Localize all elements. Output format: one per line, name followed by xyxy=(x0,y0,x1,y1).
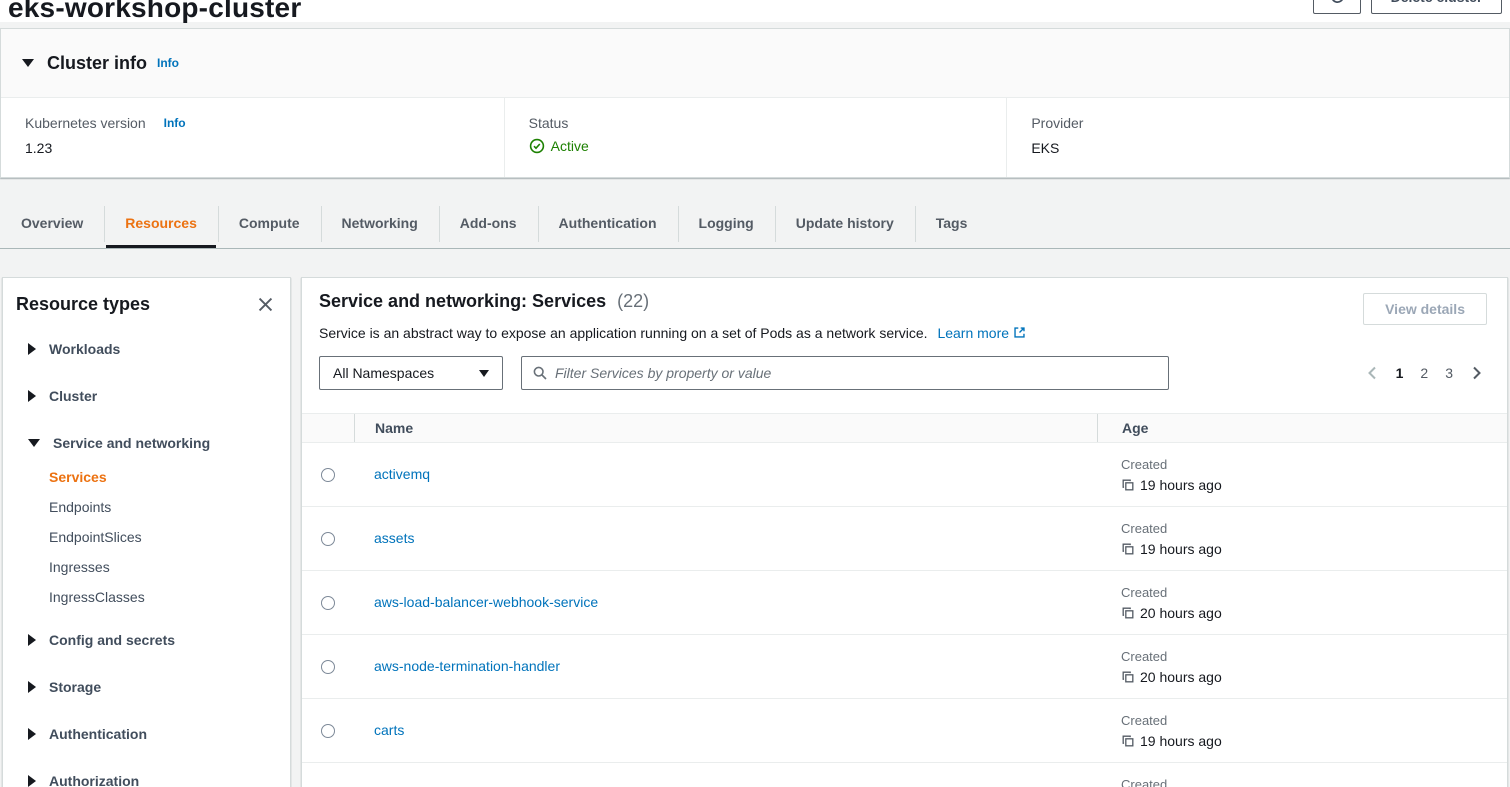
provider-field: Provider EKS xyxy=(1006,98,1509,177)
search-icon xyxy=(532,365,548,381)
services-panel: Service and networking: Services (22) Se… xyxy=(301,277,1508,787)
sidebar-group-authorization[interactable]: Authorization xyxy=(3,762,290,787)
cluster-info-info-link[interactable]: Info xyxy=(157,56,179,70)
sidebar-group-storage[interactable]: Storage xyxy=(3,668,290,706)
chevron-right-icon xyxy=(28,343,36,355)
services-count: (22) xyxy=(617,291,649,311)
kubernetes-version-info-link[interactable]: Info xyxy=(164,116,186,130)
page-number-3[interactable]: 3 xyxy=(1445,365,1453,381)
table-row: activemq Created 19 hours ago xyxy=(302,443,1507,507)
sidebar-item-endpointslices[interactable]: EndpointSlices xyxy=(49,522,290,552)
resource-types-sidebar: Resource types Workloads Cluster Service… xyxy=(2,277,291,787)
namespace-select[interactable]: All Namespaces xyxy=(319,356,503,390)
row-radio-button[interactable] xyxy=(321,660,335,674)
sidebar-item-services[interactable]: Services xyxy=(49,462,290,492)
column-header-age: Age xyxy=(1097,414,1507,442)
learn-more-link[interactable]: Learn more xyxy=(937,325,1025,341)
service-link[interactable]: aws-node-termination-handler xyxy=(374,658,560,674)
column-header-name: Name xyxy=(354,414,1097,442)
tab-compute[interactable]: Compute xyxy=(218,199,321,248)
previous-page-icon[interactable] xyxy=(1365,365,1379,381)
table-row-partial: Created xyxy=(302,763,1507,787)
pagination: 1 2 3 xyxy=(1365,365,1487,381)
copy-icon[interactable] xyxy=(1121,734,1135,748)
row-radio-button[interactable] xyxy=(321,532,335,546)
tab-resources[interactable]: Resources xyxy=(104,199,218,248)
service-link[interactable]: activemq xyxy=(374,466,430,482)
services-panel-title: Service and networking: Services xyxy=(319,291,606,311)
page-header: eks-workshop-cluster Delete cluster xyxy=(0,0,1510,22)
kubernetes-version-field: Kubernetes version Info 1.23 xyxy=(1,98,504,177)
chevron-right-icon xyxy=(28,775,36,787)
collapse-caret-icon xyxy=(22,59,34,67)
resources-content: Resource types Workloads Cluster Service… xyxy=(0,277,1510,787)
service-link[interactable]: carts xyxy=(374,722,404,738)
page-number-2[interactable]: 2 xyxy=(1420,365,1428,381)
service-networking-sublist: Services Endpoints EndpointSlices Ingres… xyxy=(3,462,290,612)
row-radio-button[interactable] xyxy=(321,468,335,482)
chevron-right-icon xyxy=(28,390,36,402)
provider-value: EKS xyxy=(1031,140,1509,156)
tab-logging[interactable]: Logging xyxy=(678,199,775,248)
table-row: assets Created 19 hours ago xyxy=(302,507,1507,571)
sidebar-group-authentication[interactable]: Authentication xyxy=(3,715,290,753)
copy-icon[interactable] xyxy=(1121,670,1135,684)
tab-overview[interactable]: Overview xyxy=(0,199,104,248)
cluster-info-panel: Cluster info Info Kubernetes version Inf… xyxy=(0,28,1510,178)
page-number-1[interactable]: 1 xyxy=(1396,365,1404,381)
sidebar-group-cluster[interactable]: Cluster xyxy=(3,377,290,415)
tab-networking[interactable]: Networking xyxy=(321,199,439,248)
cluster-info-body: Kubernetes version Info 1.23 Status Acti… xyxy=(1,98,1509,177)
row-radio-button[interactable] xyxy=(321,724,335,738)
sidebar-item-ingressclasses[interactable]: IngressClasses xyxy=(49,582,290,612)
next-page-icon[interactable] xyxy=(1470,365,1484,381)
tab-tags[interactable]: Tags xyxy=(915,199,989,248)
chevron-right-icon xyxy=(28,634,36,646)
service-link[interactable]: assets xyxy=(374,530,414,546)
resource-types-title: Resource types xyxy=(16,294,150,315)
table-header: Name Age xyxy=(302,413,1507,443)
copy-icon[interactable] xyxy=(1121,478,1135,492)
sidebar-group-workloads[interactable]: Workloads xyxy=(3,330,290,368)
chevron-right-icon xyxy=(28,728,36,740)
chevron-down-icon xyxy=(28,439,40,447)
close-icon[interactable] xyxy=(256,295,275,314)
table-row: carts Created 19 hours ago xyxy=(302,699,1507,763)
tab-update-history[interactable]: Update history xyxy=(775,199,915,248)
refresh-button[interactable] xyxy=(1313,0,1361,14)
services-table: Name Age activemq Created 19 hours ago a… xyxy=(302,413,1507,787)
status-check-icon xyxy=(529,138,545,154)
kubernetes-version-label: Kubernetes version xyxy=(25,115,146,131)
table-row: aws-node-termination-handler Created 20 … xyxy=(302,635,1507,699)
status-label: Status xyxy=(529,115,569,131)
copy-icon[interactable] xyxy=(1121,542,1135,556)
cluster-info-title: Cluster info xyxy=(47,53,147,74)
services-description: Service is an abstract way to expose an … xyxy=(319,325,1026,341)
status-field: Status Active xyxy=(504,98,1007,177)
cluster-info-header[interactable]: Cluster info Info xyxy=(1,29,1509,98)
chevron-right-icon xyxy=(28,681,36,693)
page-title: eks-workshop-cluster xyxy=(8,0,1510,24)
provider-label: Provider xyxy=(1031,115,1083,131)
search-input[interactable] xyxy=(555,365,1158,381)
refresh-icon xyxy=(1329,0,1346,5)
kubernetes-version-value: 1.23 xyxy=(25,140,504,156)
row-radio-button[interactable] xyxy=(321,596,335,610)
services-filter xyxy=(521,356,1169,390)
service-link[interactable]: aws-load-balancer-webhook-service xyxy=(374,594,598,610)
cluster-tabs: Overview Resources Compute Networking Ad… xyxy=(0,199,1510,249)
delete-cluster-button[interactable]: Delete cluster xyxy=(1371,0,1502,14)
view-details-button[interactable]: View details xyxy=(1363,293,1487,325)
table-row: aws-load-balancer-webhook-service Create… xyxy=(302,571,1507,635)
tab-authentication[interactable]: Authentication xyxy=(538,199,678,248)
sidebar-group-service-and-networking[interactable]: Service and networking xyxy=(3,424,290,462)
sidebar-group-config-and-secrets[interactable]: Config and secrets xyxy=(3,621,290,659)
tab-add-ons[interactable]: Add-ons xyxy=(439,199,538,248)
status-badge: Active xyxy=(551,138,589,154)
sidebar-item-ingresses[interactable]: Ingresses xyxy=(49,552,290,582)
sidebar-item-endpoints[interactable]: Endpoints xyxy=(49,492,290,522)
chevron-down-icon xyxy=(479,370,489,377)
copy-icon[interactable] xyxy=(1121,606,1135,620)
